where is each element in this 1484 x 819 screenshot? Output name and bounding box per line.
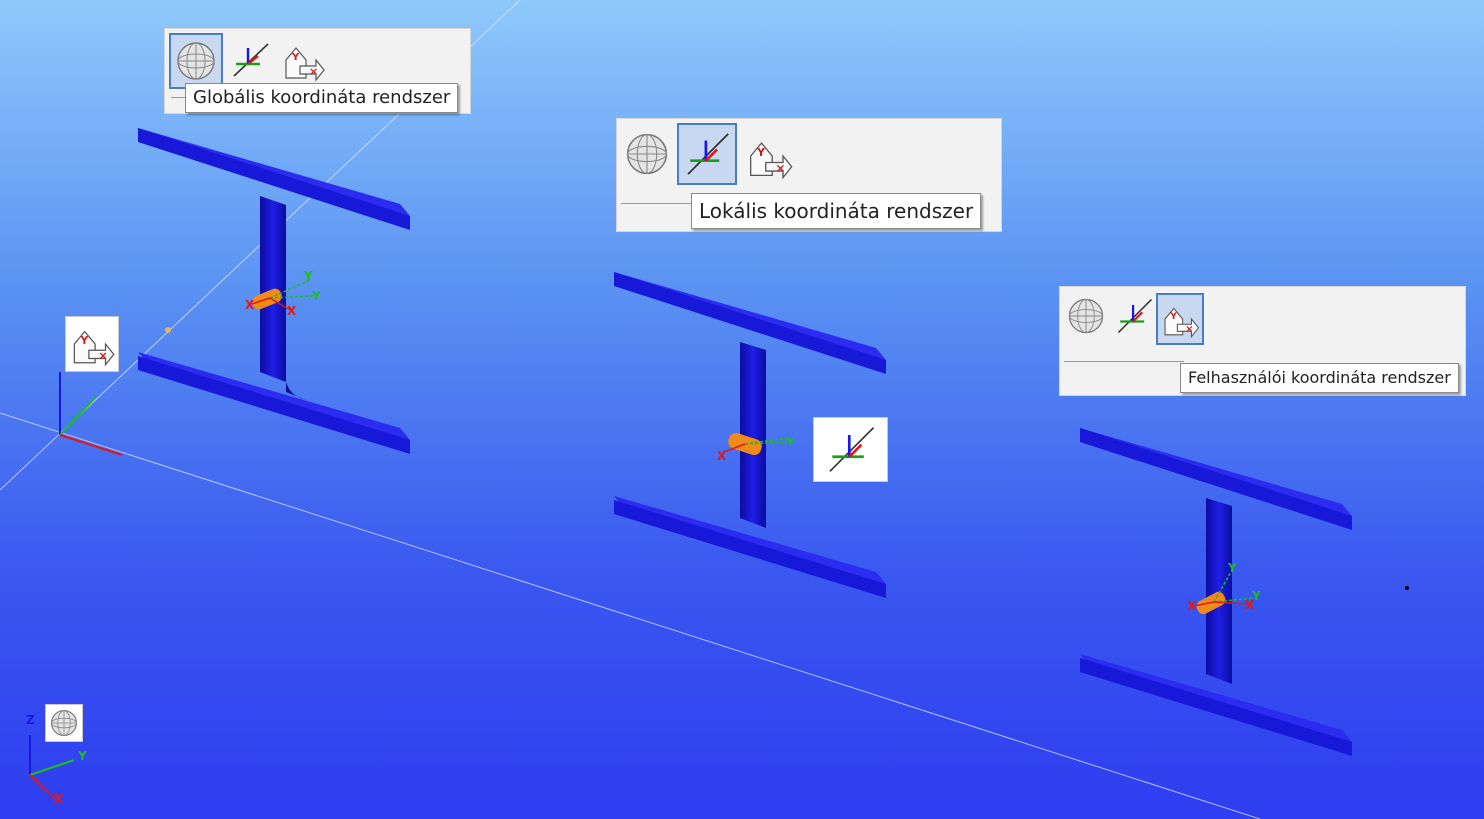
tooltip-user: Felhasználói koordináta rendszer — [1180, 363, 1459, 393]
local-axes-icon — [829, 427, 875, 472]
toolbar-separator — [621, 203, 695, 204]
axis-label-x: X — [287, 304, 297, 318]
global-coord-button[interactable] — [169, 33, 223, 89]
beam-web — [740, 342, 766, 528]
axis-label-y: Y — [303, 269, 313, 283]
axis-label-y: Y — [311, 289, 321, 303]
beam-web — [260, 196, 286, 382]
global-coord-button[interactable] — [1062, 291, 1110, 341]
globe-icon — [177, 42, 215, 80]
icon-label-y: Y — [1169, 312, 1177, 322]
icon-label-y: Y — [756, 146, 765, 159]
stray-point — [1405, 586, 1409, 590]
toolbar-separator — [1064, 361, 1184, 362]
tooltip-local: Lokális koordináta rendszer — [691, 193, 982, 229]
globe-icon — [626, 133, 668, 175]
local-axes-icon — [687, 133, 729, 175]
user-coordinate-icon: Y × — [73, 330, 115, 367]
user-coordinate-icon: Y × — [285, 47, 325, 82]
triad-label-y: Y — [77, 749, 87, 763]
axis-label-x: X — [1187, 599, 1197, 613]
global-coord-badge — [45, 704, 83, 742]
local-coord-button[interactable] — [223, 33, 277, 89]
coord-toolbar-global: Y × Globális koordináta rendszer — [164, 28, 471, 114]
axis-label-x: X — [245, 298, 255, 312]
local-coord-button[interactable] — [1110, 291, 1158, 341]
grid-point — [165, 327, 171, 333]
icon-label-y: Y — [80, 335, 89, 347]
global-coord-button[interactable] — [619, 125, 673, 181]
user-coord-button[interactable]: Y × — [741, 127, 795, 183]
local-axes-badge — [813, 417, 888, 482]
icon-label-x: × — [775, 161, 785, 175]
beam-web — [1206, 498, 1232, 684]
user-coordinate-icon: Y × — [750, 142, 793, 180]
axis-label-y: Y — [1227, 561, 1237, 575]
local-axes-icon — [1117, 298, 1153, 334]
icon-label-y: Y — [291, 52, 300, 63]
user-coordinate-icon: Y × — [1164, 307, 1200, 339]
user-coord-button[interactable]: Y × — [277, 33, 331, 89]
axis-label-x: X — [1245, 598, 1255, 612]
coord-toolbar-user: Y × Felhasználói koordináta rendszer — [1059, 286, 1466, 396]
icon-label-x: × — [98, 349, 108, 363]
triad-label-x: X — [54, 792, 64, 806]
user-coord-button[interactable]: Y × — [1156, 293, 1204, 345]
axis-label-x: X — [717, 449, 727, 463]
local-axes-icon — [233, 43, 269, 77]
local-coord-button[interactable] — [677, 123, 737, 185]
icon-label-x: × — [1185, 324, 1193, 335]
user-coordinate-badge: Y × — [65, 316, 119, 372]
globe-icon — [1068, 298, 1104, 334]
coord-toolbar-local: Y × Lokális koordináta rendszer — [616, 118, 1002, 232]
triad-label-z: Z — [26, 713, 35, 727]
tooltip-global: Globális koordináta rendszer — [185, 83, 459, 113]
globe-icon — [50, 709, 78, 737]
icon-label-x: × — [309, 65, 318, 78]
i-beam-user[interactable] — [1080, 428, 1352, 756]
axis-label-y: Y — [785, 435, 795, 449]
